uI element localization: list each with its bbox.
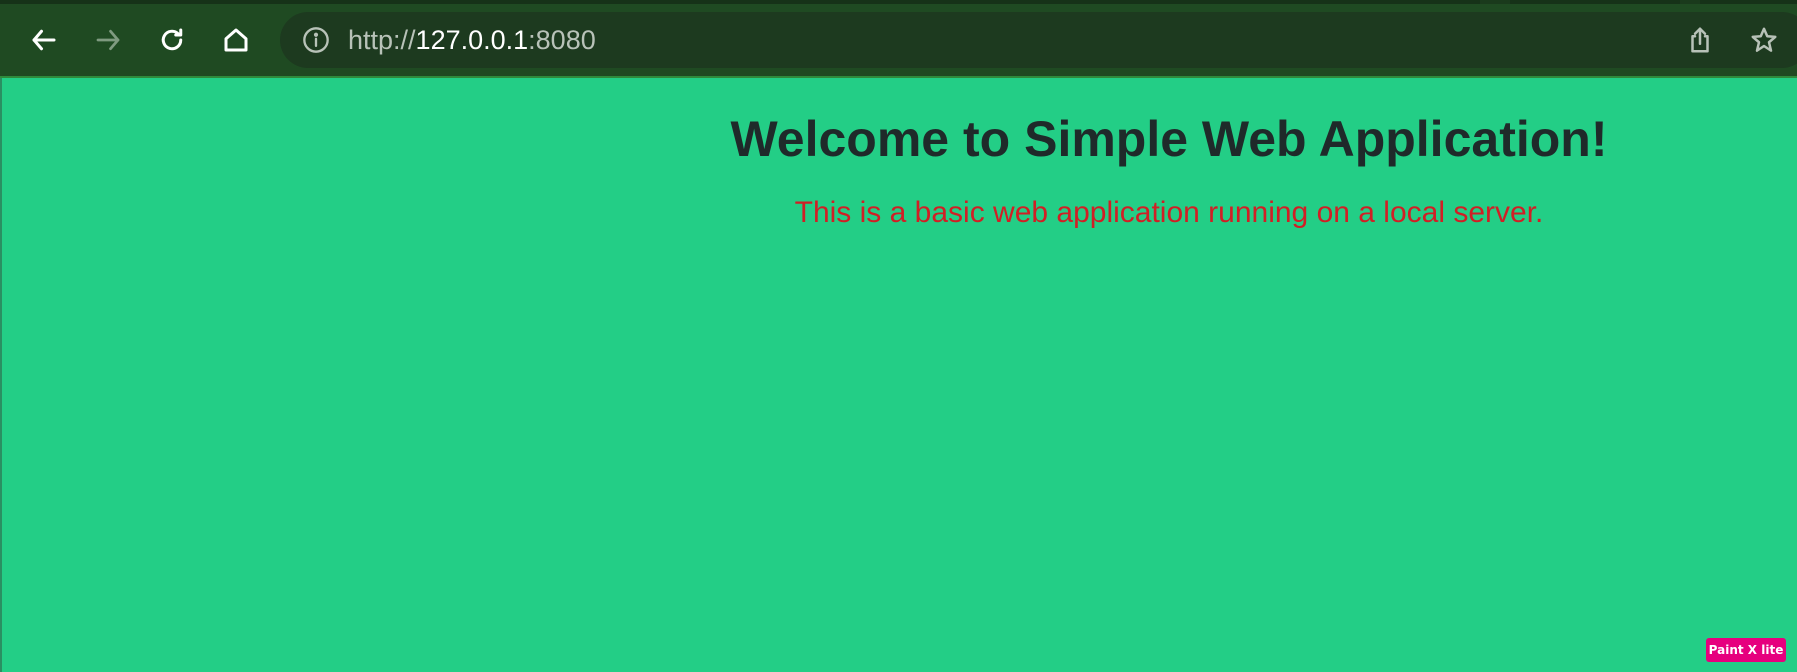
address-bar[interactable]: http://127.0.0.1:8080 [280,12,1797,68]
reload-icon [161,28,183,51]
home-button[interactable] [216,20,256,60]
browser-toolbar: http://127.0.0.1:8080 [0,0,1797,78]
watermark-badge: Paint X lite [1706,638,1786,662]
forward-button[interactable] [88,20,128,60]
arrow-left-icon [32,29,56,51]
star-icon [1751,27,1777,52]
share-button[interactable] [1680,20,1720,60]
reload-button[interactable] [152,20,192,60]
url-scheme: http:// [348,25,416,55]
page-heading: Welcome to Simple Web Application! [0,110,1797,168]
url-text[interactable]: http://127.0.0.1:8080 [348,24,596,56]
info-icon[interactable] [302,26,330,54]
page-heading-text: Welcome to Simple Web Application! [730,111,1608,167]
url-port: :8080 [528,25,596,55]
share-icon [1691,27,1709,53]
back-button[interactable] [24,20,64,60]
home-icon [224,28,248,52]
url-host: 127.0.0.1 [415,25,529,55]
arrow-right-icon [96,29,120,51]
page-subtext: This is a basic web application running … [0,196,1797,230]
inactive-tab-edge[interactable] [1510,0,1680,4]
active-tab-edge [0,0,1480,4]
page-subtext-text: This is a basic web application running … [794,196,1544,229]
inactive-tab-edge-2[interactable] [1700,0,1797,4]
bookmark-button[interactable] [1744,20,1784,60]
